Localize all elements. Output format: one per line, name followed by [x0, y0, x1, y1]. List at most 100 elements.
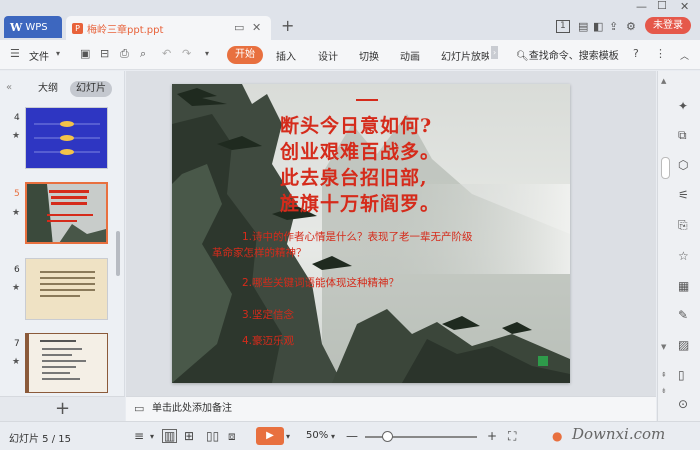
help-icon[interactable]: ? [633, 47, 639, 60]
export-pdf-icon[interactable]: ⊟ [100, 47, 109, 60]
current-slide[interactable]: 断头今日意如何? 创业艰难百战多。 此去泉台招旧部, 旌旗十万斩阎罗。 1.诗中… [172, 84, 570, 383]
tab-animation[interactable]: 动画 [400, 48, 420, 63]
zoom-out-icon[interactable]: — [346, 429, 358, 443]
zoom-dropdown-icon[interactable]: ▾ [331, 432, 335, 441]
page-up-icon[interactable]: ⇞ [661, 371, 667, 379]
close-window-icon[interactable]: ✕ [680, 0, 689, 13]
page-down-icon[interactable]: ⇟ [661, 387, 667, 395]
tab-slides[interactable]: 幻灯片 [70, 81, 112, 97]
navigate-icon[interactable]: ⊙ [678, 397, 688, 411]
play-options-dropdown-icon[interactable]: ▾ [286, 432, 290, 441]
add-slide-button[interactable]: + [0, 396, 125, 421]
ribbon-scroll-right-icon[interactable]: › [491, 46, 499, 59]
zoom-level[interactable]: 50% [306, 430, 328, 441]
reading-view-icon[interactable]: ▯▯ [206, 429, 219, 443]
slide-thumbnail[interactable] [25, 258, 108, 320]
play-slideshow-button[interactable]: ▶ [256, 427, 284, 445]
image-icon[interactable]: ▨ [678, 338, 689, 352]
tab-pin-icon[interactable]: ▭ [234, 21, 244, 34]
file-dropdown-icon[interactable]: ▾ [56, 49, 60, 58]
wps-assistant-icon[interactable]: ● [552, 429, 562, 443]
edit-icon[interactable]: ✎ [678, 308, 688, 322]
window-number-badge[interactable]: 1 [556, 20, 570, 33]
save-icon[interactable]: ▣ [80, 47, 90, 60]
animation-star-icon: ★ [12, 357, 21, 367]
thumbnail-scrollbar[interactable] [116, 231, 120, 276]
slide-thumbnail[interactable] [25, 107, 108, 169]
presenter-icon[interactable]: ⧈ [228, 429, 236, 444]
new-tab-button[interactable]: + [281, 16, 294, 35]
thumb-6-art [40, 271, 95, 297]
poem-line: 此去泉台招旧部, [280, 167, 428, 189]
settings-icon[interactable]: ⚙ [626, 20, 636, 33]
print-icon[interactable]: ⎙ [120, 47, 129, 61]
wps-home-label: WPS [25, 21, 48, 33]
redo-icon[interactable]: ↷ [182, 47, 191, 60]
collapse-ribbon-icon[interactable]: ︿ [680, 49, 689, 62]
file-menu[interactable]: 文件 [29, 48, 49, 63]
ribbon-menu-bar: ☰ 文件 ▾ ▣ ⊟ ⎙ ⌕ ↶ ↷ ▾ 开始 插入 设计 切换 动画 幻灯片放… [0, 40, 700, 70]
document-tab[interactable]: P 梅岭三章ppt.ppt ▭ ✕ [66, 16, 271, 40]
wps-logo-icon: W [10, 20, 23, 34]
shape-icon[interactable]: ⬡ [678, 158, 688, 172]
command-search-placeholder: 查找命令、搜索模板 [528, 51, 619, 62]
minimize-icon[interactable]: — [636, 0, 647, 13]
zoom-in-icon[interactable]: + [487, 429, 497, 443]
login-button[interactable]: 未登录 [645, 17, 691, 34]
tab-start[interactable]: 开始 [227, 46, 263, 64]
scroll-down-icon[interactable]: ▼ [661, 343, 666, 351]
properties-icon[interactable]: ⚟ [678, 188, 689, 202]
quick-access-dropdown-icon[interactable]: ▾ [205, 49, 209, 58]
watermark-text: Downxi.com [572, 425, 666, 443]
wps-home-tab[interactable]: W WPS [4, 16, 62, 38]
normal-view-icon[interactable]: ▥ [162, 429, 178, 443]
notes-icon: ▭ [134, 402, 145, 415]
menu-hamburger-icon[interactable]: ☰ [10, 47, 20, 60]
skin-icon[interactable]: ◧ [593, 20, 603, 33]
print-preview-icon[interactable]: ⌕ [140, 47, 146, 61]
thumb-number: 7 [14, 339, 20, 349]
library-icon[interactable]: ▦ [678, 279, 689, 293]
tab-close-icon[interactable]: ✕ [252, 21, 261, 34]
notes-placeholder: 单击此处添加备注 [152, 403, 232, 414]
tab-transition[interactable]: 切换 [359, 48, 379, 63]
slide-sorter-icon[interactable]: ⊞ [184, 429, 194, 443]
more-options-icon[interactable]: ⋮ [655, 47, 666, 60]
maximize-icon[interactable]: ☐ [657, 0, 667, 12]
slide-editing-canvas: 断头今日意如何? 创业艰难百战多。 此去泉台招旧部, 旌旗十万斩阎罗。 1.诗中… [126, 71, 656, 396]
favorite-icon[interactable]: ☆ [678, 249, 689, 263]
notes-pane[interactable]: ▭ 单击此处添加备注 [126, 396, 656, 421]
slide-counter: 幻灯片 5 / 15 [9, 434, 71, 445]
question-1: 1.诗中的作者心情是什么？表现了老一辈无产阶级 [242, 231, 473, 243]
collapse-panel-icon[interactable]: « [6, 82, 12, 93]
object-icon[interactable]: ⧉ [678, 128, 687, 143]
poem-line: 断头今日意如何? [280, 115, 433, 137]
magic-icon[interactable]: ✦ [678, 99, 688, 113]
scroll-up-icon[interactable]: ▲ [661, 77, 666, 85]
slide-thumbnail[interactable] [25, 333, 108, 393]
fit-window-icon[interactable]: ⛶ [508, 429, 516, 444]
canvas-vertical-scrollbar[interactable] [661, 157, 670, 179]
notes-toggle-dropdown-icon[interactable]: ▾ [150, 432, 154, 441]
undo-icon[interactable]: ↶ [162, 47, 171, 60]
zoom-slider-handle[interactable] [381, 431, 393, 442]
device-icon[interactable]: ▯ [678, 368, 685, 382]
tab-slideshow[interactable]: 幻灯片放映 [441, 48, 489, 63]
thumb-number: 6 [14, 265, 20, 275]
tab-insert[interactable]: 插入 [276, 48, 296, 63]
tab-outline[interactable]: 大纲 [32, 81, 64, 97]
notes-toggle-icon[interactable]: ≡ [134, 429, 144, 443]
copy-format-icon[interactable]: ⎘ [678, 218, 688, 233]
share-icon[interactable]: ⇪ [609, 20, 618, 33]
animation-star-icon: ★ [12, 283, 21, 293]
layout-icon[interactable]: ▤ [578, 20, 588, 33]
document-tab-title: 梅岭三章ppt.ppt [87, 24, 164, 36]
heading-mark [356, 99, 378, 101]
animation-star-icon: ★ [12, 208, 21, 218]
command-search[interactable]: 🔍︎查找命令、搜索模板 [516, 47, 619, 62]
answer-4: 4.豪迈乐观 [242, 335, 295, 347]
animation-star-icon: ★ [12, 131, 21, 141]
tab-design[interactable]: 设计 [318, 48, 338, 63]
thumb-number-selected: 5 [14, 189, 20, 199]
slide-thumbnail-selected[interactable] [25, 182, 108, 244]
